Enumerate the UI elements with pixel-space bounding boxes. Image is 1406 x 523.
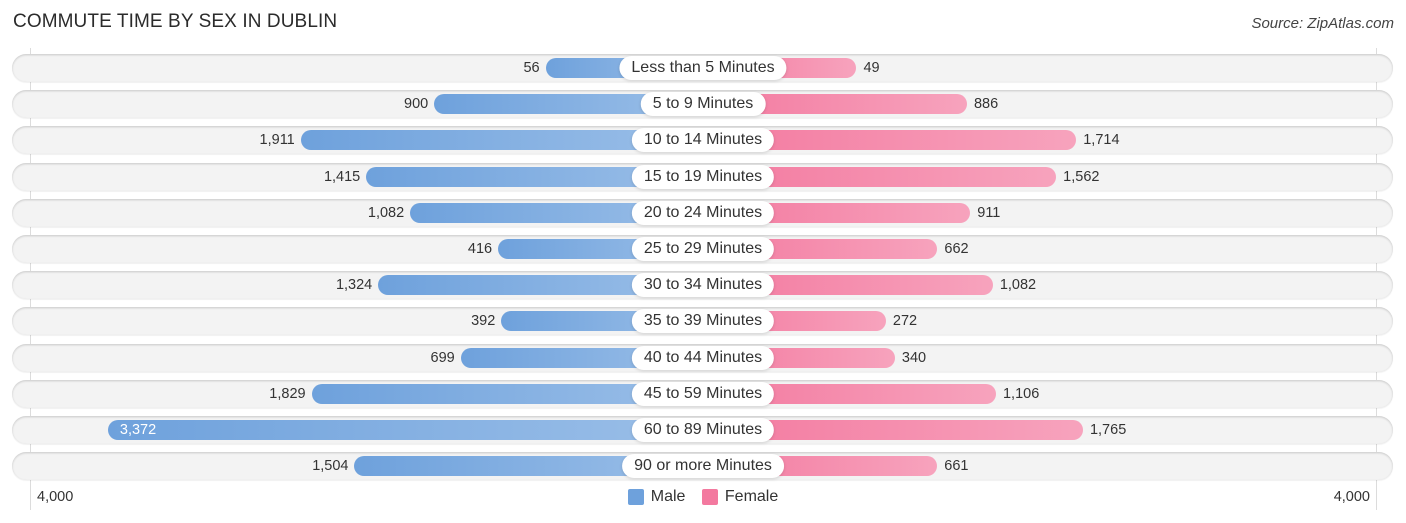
- female-value-label: 662: [944, 241, 969, 257]
- legend: Male Female: [0, 488, 1406, 510]
- male-value-label: 1,324: [335, 277, 373, 293]
- male-swatch-icon: [627, 489, 644, 505]
- male-value-label: 1,829: [269, 386, 306, 402]
- category-label: 35 to 39 Minutes: [631, 309, 775, 333]
- male-value-label: 392: [471, 313, 496, 329]
- category-label: 60 to 89 Minutes: [631, 418, 775, 442]
- male-value-label: 416: [467, 241, 493, 257]
- female-value-label: 661: [944, 458, 969, 474]
- female-swatch-icon: [701, 489, 718, 505]
- category-label: 20 to 24 Minutes: [631, 201, 775, 225]
- category-label: 10 to 14 Minutes: [631, 128, 775, 152]
- male-value-label: 1,082: [367, 205, 405, 221]
- female-value-label: 1,106: [1002, 386, 1040, 402]
- male-value-label: 900: [404, 96, 429, 112]
- category-label: Less than 5 Minutes: [619, 56, 787, 80]
- female-value-label: 272: [892, 313, 918, 329]
- female-value-label: 911: [977, 205, 1001, 221]
- category-label: 25 to 29 Minutes: [631, 237, 775, 261]
- male-value-label: 1,911: [259, 132, 295, 148]
- category-label: 90 or more Minutes: [622, 454, 784, 478]
- legend-label-female: Female: [724, 488, 779, 505]
- female-value-label: 49: [863, 60, 880, 76]
- male-value-label: 3,372: [119, 422, 157, 438]
- male-value-label: 699: [430, 350, 455, 366]
- female-value-label: 1,765: [1089, 422, 1127, 438]
- legend-label-male: Male: [650, 488, 686, 505]
- female-value-label: 1,082: [999, 277, 1037, 293]
- female-value-label: 1,562: [1063, 169, 1100, 185]
- female-value-label: 340: [901, 350, 927, 366]
- category-label: 5 to 9 Minutes: [640, 92, 766, 116]
- category-label: 40 to 44 Minutes: [631, 346, 775, 370]
- legend-item-male[interactable]: Male: [627, 488, 686, 506]
- male-bar[interactable]: [107, 420, 703, 440]
- category-label: 45 to 59 Minutes: [631, 382, 775, 406]
- female-value-label: 1,714: [1083, 132, 1120, 148]
- category-label: 15 to 19 Minutes: [631, 165, 775, 189]
- male-value-label: 56: [523, 60, 540, 76]
- legend-item-female[interactable]: Female: [701, 488, 779, 506]
- source-label: Source: ZipAtlas.com: [1251, 15, 1394, 32]
- category-label: 30 to 34 Minutes: [631, 273, 775, 297]
- male-value-label: 1,415: [323, 169, 361, 185]
- chart-title: COMMUTE TIME BY SEX IN DUBLIN: [13, 11, 338, 32]
- male-value-label: 1,504: [312, 458, 349, 474]
- female-value-label: 886: [973, 96, 999, 112]
